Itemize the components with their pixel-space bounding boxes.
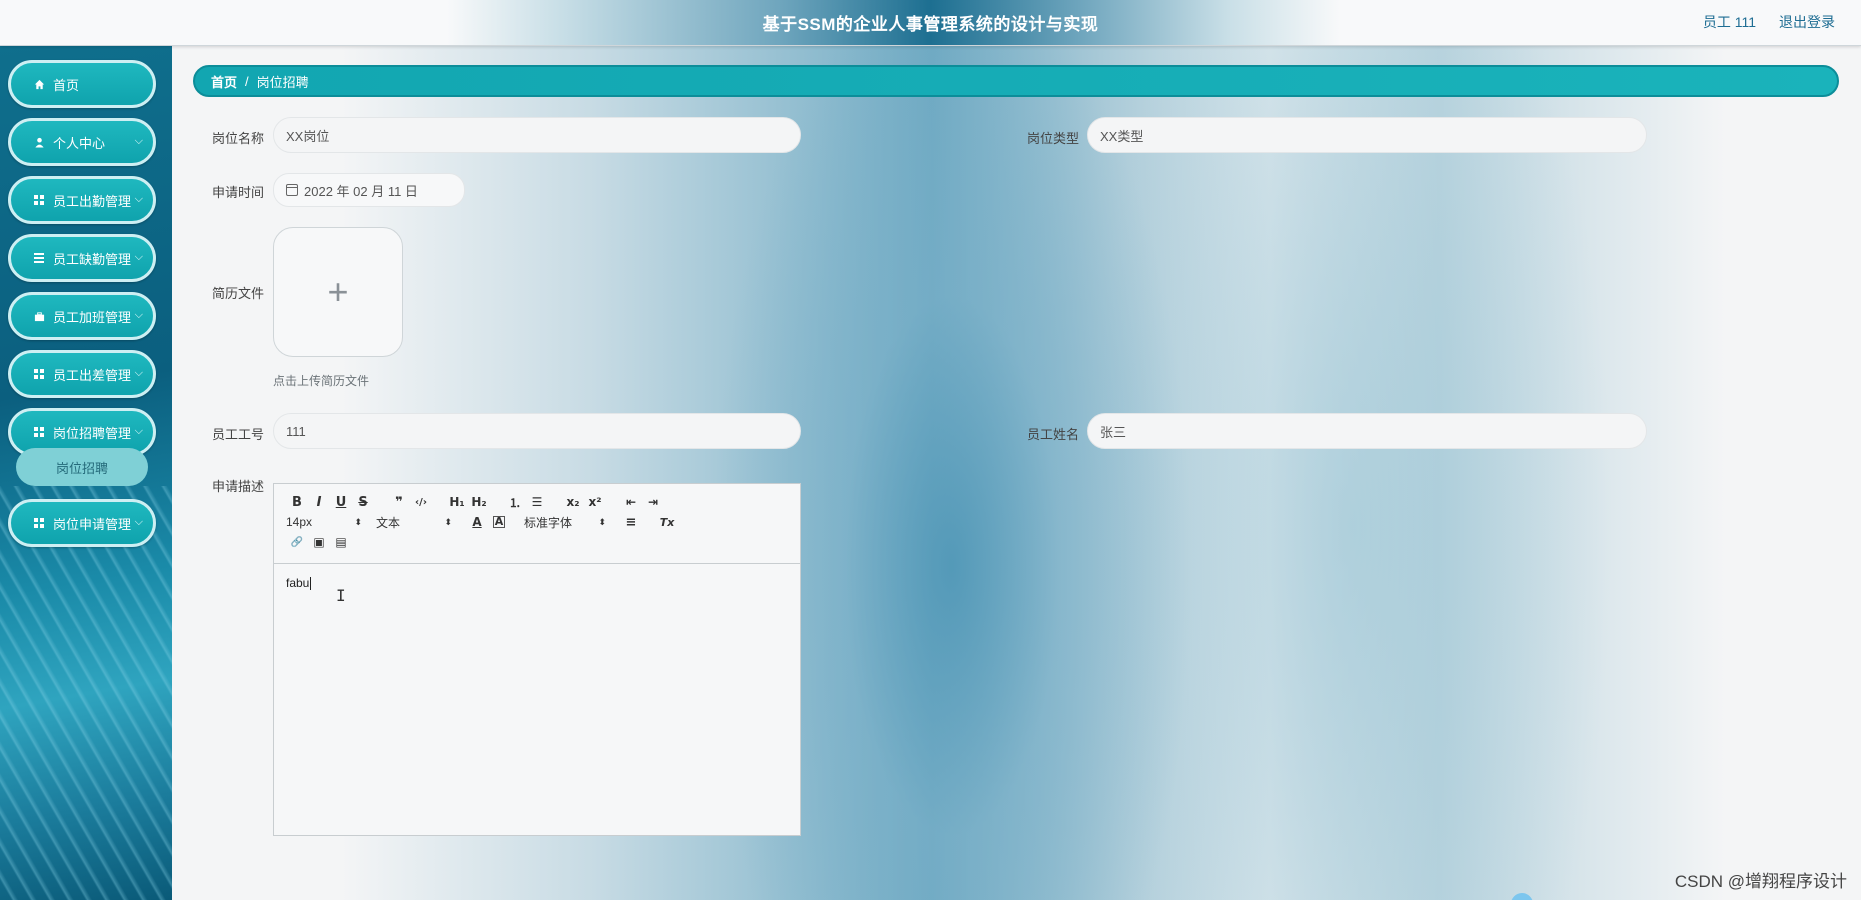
sidebar-item-label: 员工加班管理: [53, 309, 132, 325]
h2-button[interactable]: H₂: [468, 495, 490, 509]
font-family-select[interactable]: 标准字体 ⬍: [524, 514, 606, 531]
app-title: 基于SSM的企业人事管理系统的设计与实现: [762, 15, 1099, 34]
sidebar-item-label: 首页: [53, 77, 80, 93]
select-arrow-icon: ⬍: [354, 516, 362, 527]
sidebar: 首页 个人中心 ⌵ 员工出勤管理 ⌵ 员工缺勤管理 ⌵ 员工加班管理 ⌵ 员工出…: [0, 46, 172, 900]
text-style-select[interactable]: 文本 ⬍: [376, 514, 452, 531]
breadcrumb-separator: /: [245, 73, 249, 89]
job-name-label: 岗位名称: [212, 131, 265, 146]
user-icon: [33, 136, 45, 148]
bullet-list-button[interactable]: ☰: [526, 495, 548, 509]
chevron-down-icon: ⌵: [134, 251, 143, 263]
sidebar-item-label: 岗位招聘管理: [53, 425, 132, 441]
chevron-down-icon: ⌵: [134, 425, 143, 437]
sidebar-item-label: 员工缺勤管理: [53, 251, 132, 267]
code-button[interactable]: ‹/›: [410, 497, 432, 508]
font-color-button[interactable]: A: [466, 515, 488, 529]
employee-name-label: 员工姓名: [1027, 427, 1080, 442]
description-label: 申请描述: [212, 479, 265, 494]
breadcrumb-home[interactable]: 首页: [211, 72, 237, 91]
toolbar-row-1: B I U S ❞ ‹/› H₁ H₂ ⒈ ☰ x₂ x² ⇤ ⇥: [286, 492, 788, 512]
employee-name-input[interactable]: 张三: [1087, 413, 1647, 449]
text-style-value: 文本: [376, 515, 401, 530]
grid-icon: [33, 426, 45, 438]
text-caret: [310, 577, 312, 591]
blockquote-button[interactable]: ❞: [388, 495, 410, 510]
job-name-input[interactable]: XX岗位: [273, 117, 801, 153]
sidebar-item-business-trip[interactable]: 员工出差管理 ⌵: [8, 350, 156, 398]
chevron-down-icon: ⌵: [134, 516, 143, 528]
apply-time-value: 2022 年 02 月 11 日: [304, 183, 418, 199]
sidebar-item-label: 个人中心: [53, 135, 106, 151]
grid-icon: [33, 517, 45, 529]
editor-content[interactable]: fabu I: [274, 564, 800, 605]
recruitment-form: 岗位名称 XX岗位 岗位类型 XX类型 申请时间 2022 年 02 月 11 …: [172, 100, 1861, 900]
resume-label: 简历文件: [212, 286, 265, 301]
breadcrumb: 首页 / 岗位招聘: [193, 65, 1839, 97]
subscript-button[interactable]: x₂: [562, 495, 584, 509]
apply-time-datepicker[interactable]: 2022 年 02 月 11 日: [273, 173, 465, 207]
sidebar-item-attendance[interactable]: 员工出勤管理 ⌵: [8, 176, 156, 224]
font-size-select[interactable]: 14px ⬍: [286, 515, 362, 529]
sidebar-subitem-job-recruitment[interactable]: 岗位招聘: [16, 448, 148, 486]
breadcrumb-current: 岗位招聘: [256, 74, 309, 90]
bold-button[interactable]: B: [286, 495, 308, 510]
align-button[interactable]: ≡: [620, 515, 642, 530]
sidebar-item-application[interactable]: 岗位申请管理 ⌵: [8, 499, 156, 547]
list-icon: [33, 252, 45, 264]
top-header: 基于SSM的企业人事管理系统的设计与实现 员工 111 退出登录: [0, 0, 1861, 46]
chevron-down-icon: ⌵: [134, 367, 143, 379]
watermark: CSDN @增翔程序设计: [1674, 872, 1847, 891]
sidebar-item-overtime[interactable]: 员工加班管理 ⌵: [8, 292, 156, 340]
superscript-button[interactable]: x²: [584, 495, 606, 509]
sidebar-item-personal-center[interactable]: 个人中心 ⌵: [8, 118, 156, 166]
background-color-button[interactable]: A: [493, 516, 505, 528]
outdent-button[interactable]: ⇤: [620, 495, 642, 509]
ordered-list-button[interactable]: ⒈: [504, 494, 526, 511]
resume-upload[interactable]: +: [273, 227, 403, 357]
briefcase-icon: [33, 310, 45, 322]
strike-button[interactable]: S: [352, 495, 374, 510]
rich-text-editor: B I U S ❞ ‹/› H₁ H₂ ⒈ ☰ x₂ x² ⇤ ⇥ 14px ⬍…: [273, 483, 801, 836]
calendar-icon: [286, 184, 298, 196]
toolbar-row-3: 🔗 ▣ ▤: [286, 532, 788, 552]
sidebar-item-absence[interactable]: 员工缺勤管理 ⌵: [8, 234, 156, 282]
employee-id-input[interactable]: 111: [273, 413, 801, 449]
link-button[interactable]: 🔗: [286, 537, 308, 548]
home-icon: [33, 78, 45, 90]
h1-button[interactable]: H₁: [446, 495, 468, 509]
sidebar-item-home[interactable]: 首页: [8, 60, 156, 108]
underline-button[interactable]: U: [330, 495, 352, 510]
sidebar-item-label: 员工出勤管理: [53, 193, 132, 209]
employee-id-label: 员工工号: [212, 427, 265, 442]
chevron-down-icon: ⌵: [134, 309, 143, 321]
editor-toolbar: B I U S ❞ ‹/› H₁ H₂ ⒈ ☰ x₂ x² ⇤ ⇥ 14px ⬍…: [274, 484, 800, 564]
select-arrow-icon: ⬍: [444, 516, 452, 527]
font-size-value: 14px: [286, 515, 313, 529]
sidebar-item-label: 员工出差管理: [53, 367, 132, 383]
font-family-value: 标准字体: [524, 515, 573, 530]
plus-icon: +: [327, 271, 349, 312]
chevron-down-icon: ⌵: [134, 135, 143, 147]
image-button[interactable]: ▣: [308, 535, 330, 549]
job-type-label: 岗位类型: [1027, 131, 1080, 146]
editor-text: fabu: [286, 576, 310, 590]
sidebar-decoration: [0, 486, 172, 900]
grid-icon: [33, 194, 45, 206]
video-button[interactable]: ▤: [330, 535, 352, 549]
italic-button[interactable]: I: [308, 495, 330, 510]
resume-upload-hint: 点击上传简历文件: [273, 374, 370, 388]
toolbar-row-2: 14px ⬍ 文本 ⬍ A A 标准字体 ⬍ ≡ Tx: [286, 512, 788, 532]
logout-link[interactable]: 退出登录: [1779, 12, 1835, 32]
text-cursor-icon: I: [336, 586, 346, 605]
sidebar-item-label: 岗位申请管理: [53, 516, 132, 532]
select-arrow-icon: ⬍: [598, 516, 606, 527]
grid-icon: [33, 368, 45, 380]
chevron-down-icon: ⌵: [134, 193, 143, 205]
job-type-input[interactable]: XX类型: [1087, 117, 1647, 153]
clear-format-button[interactable]: Tx: [656, 516, 678, 529]
apply-time-label: 申请时间: [212, 185, 265, 200]
current-user: 员工 111: [1702, 14, 1756, 30]
indent-button[interactable]: ⇥: [642, 495, 664, 509]
